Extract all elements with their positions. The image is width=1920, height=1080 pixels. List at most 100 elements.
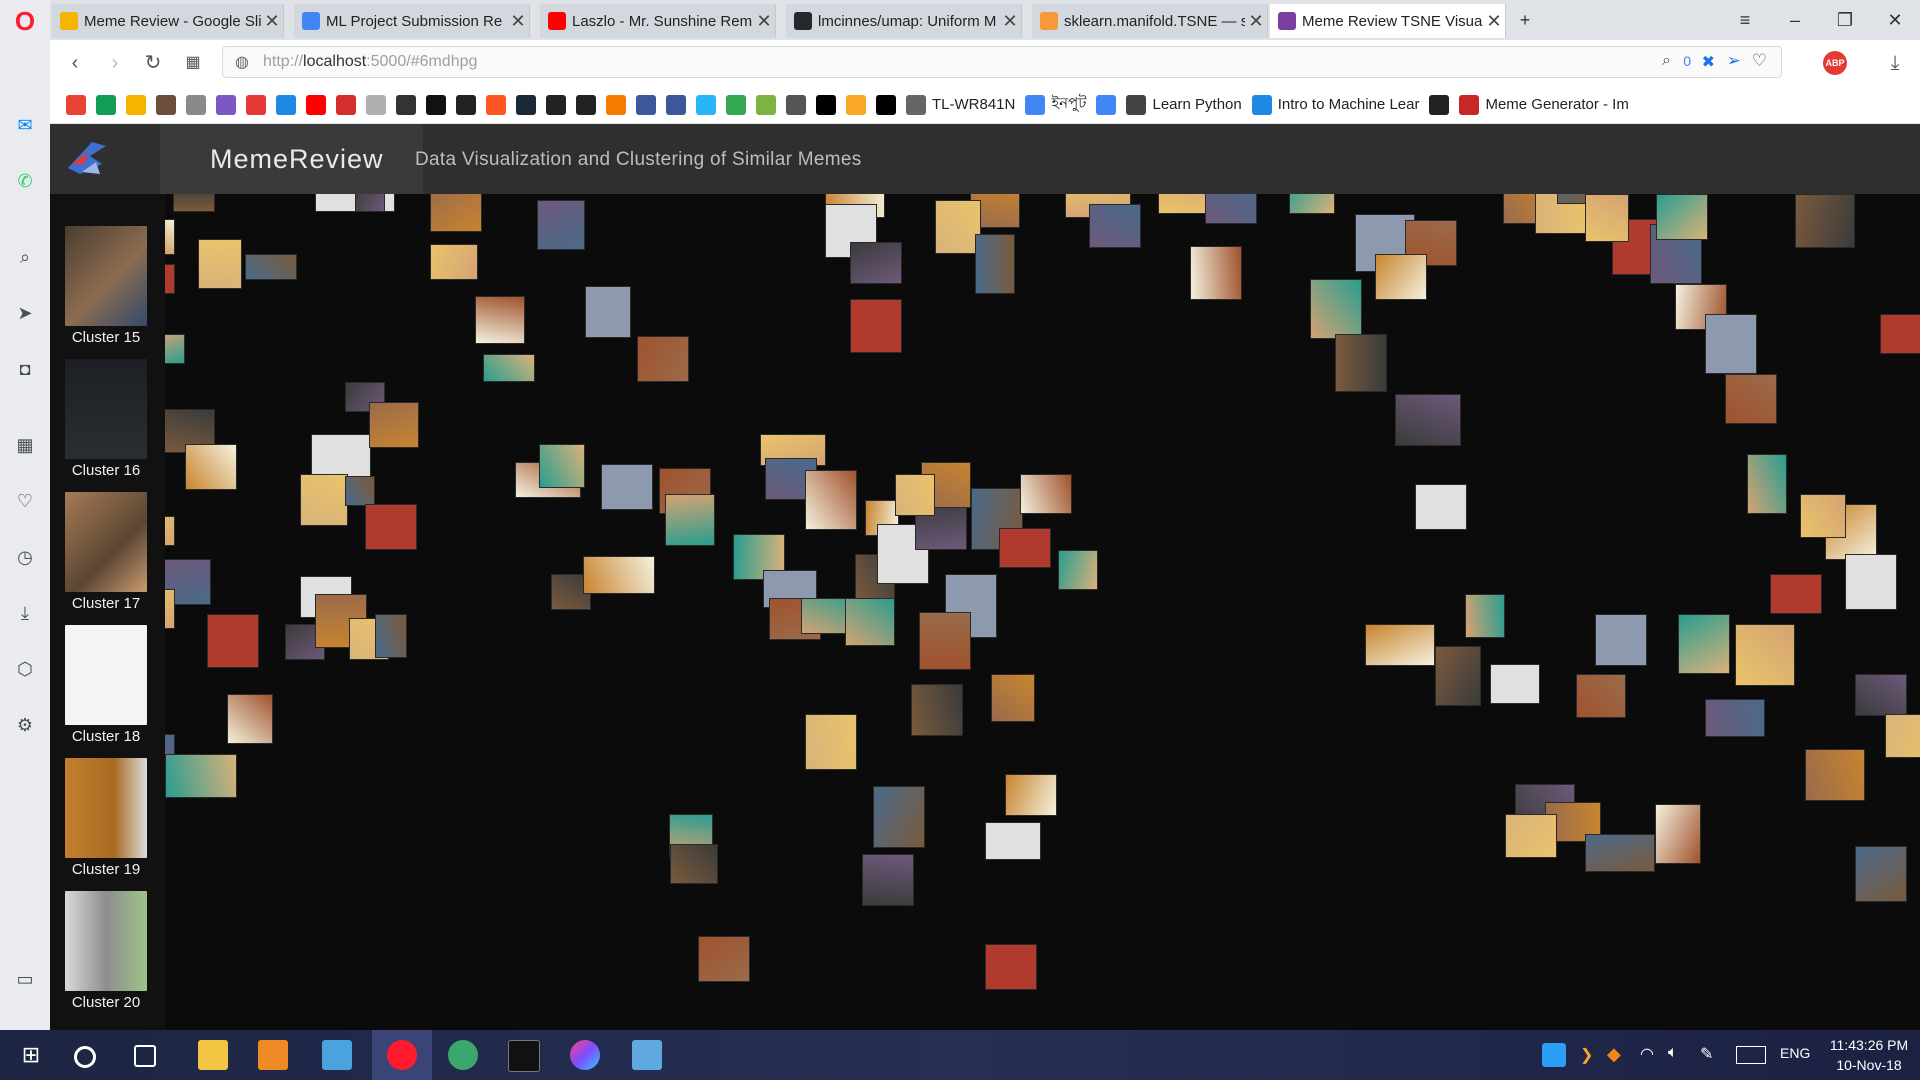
meme-thumbnail[interactable] — [985, 944, 1037, 990]
meme-thumbnail[interactable] — [1465, 594, 1505, 638]
meme-thumbnail[interactable] — [1656, 194, 1708, 240]
tab-sklearn-tsne[interactable]: sklearn.manifold.TSNE — s ✕ — [1032, 4, 1268, 38]
cluster-item[interactable]: Cluster 18 — [65, 625, 147, 745]
meme-thumbnail[interactable] — [1365, 624, 1435, 666]
bookmark-item[interactable] — [576, 94, 596, 115]
cluster-item[interactable]: Cluster 16 — [65, 359, 147, 479]
metamask-icon[interactable]: ◆ — [1607, 1044, 1621, 1065]
cluster-item[interactable]: Cluster 20 — [65, 891, 147, 1011]
meme-thumbnail[interactable] — [227, 694, 273, 744]
meme-thumbnail[interactable] — [1585, 194, 1629, 242]
meme-thumbnail[interactable] — [850, 242, 902, 284]
meme-thumbnail[interactable] — [585, 286, 631, 338]
bookmark-item[interactable]: TL-WR841N — [906, 94, 1015, 115]
close-icon[interactable]: ✕ — [753, 11, 775, 32]
meme-thumbnail[interactable] — [1490, 664, 1540, 704]
meme-thumbnail[interactable] — [991, 674, 1035, 722]
download-icon[interactable]: ⤓ — [1882, 50, 1908, 76]
cluster-item[interactable]: Cluster 19 — [65, 758, 147, 878]
bookmark-item[interactable] — [636, 94, 656, 115]
forward-icon[interactable]: › — [102, 50, 128, 76]
meme-thumbnail[interactable] — [583, 556, 655, 594]
bookmark-item[interactable] — [426, 94, 446, 115]
bookmark-item[interactable] — [456, 94, 476, 115]
bookmark-item[interactable] — [306, 94, 326, 115]
tab-youtube-laszlo[interactable]: Laszlo - Mr. Sunshine Rem ✕ — [540, 4, 776, 38]
brand[interactable]: MemeReview — [160, 124, 423, 194]
meme-thumbnail[interactable] — [475, 296, 525, 344]
meme-thumbnail[interactable] — [1678, 614, 1730, 674]
meme-thumbnail[interactable] — [1415, 484, 1467, 530]
meme-thumbnail[interactable] — [698, 936, 750, 982]
extensions-icon[interactable]: ⬡ — [12, 656, 38, 682]
meme-thumbnail[interactable] — [185, 444, 237, 490]
meme-thumbnail[interactable] — [165, 264, 175, 294]
terminal-icon[interactable] — [508, 1040, 540, 1072]
bookmark-item[interactable] — [666, 94, 686, 115]
close-icon[interactable]: ✕ — [1483, 11, 1505, 32]
whatsapp-icon[interactable]: ✆ — [12, 168, 38, 194]
meme-thumbnail[interactable] — [665, 494, 715, 546]
wifi-icon[interactable]: ◠ — [1640, 1044, 1654, 1064]
meme-thumbnail[interactable] — [1395, 394, 1461, 446]
meme-thumbnail[interactable] — [1576, 674, 1626, 718]
meme-thumbnail[interactable] — [165, 334, 185, 364]
heart-icon[interactable]: ♡ — [12, 488, 38, 514]
pen-icon[interactable]: ✎ — [1700, 1044, 1713, 1064]
bookmark-item[interactable] — [786, 94, 806, 115]
meme-thumbnail[interactable] — [1855, 674, 1907, 716]
volume-icon[interactable]: 🔈︎ — [1668, 1044, 1678, 1062]
meme-thumbnail[interactable] — [369, 402, 419, 448]
bookmark-item[interactable] — [1096, 94, 1117, 115]
search-icon[interactable]: ⌕ — [12, 244, 38, 270]
bookmark-item[interactable] — [366, 94, 386, 115]
address-field[interactable]: ◍ http://localhost:5000/#6mdhpg ⌕ 0 ✖ ➢ … — [222, 46, 1782, 78]
meme-thumbnail[interactable] — [1190, 246, 1242, 300]
meme-thumbnail[interactable] — [375, 614, 407, 658]
meme-thumbnail[interactable] — [1705, 314, 1757, 374]
meme-thumbnail[interactable] — [985, 822, 1041, 860]
adblock-plus-icon[interactable]: ABP — [1823, 51, 1847, 75]
meme-thumbnail[interactable] — [1855, 846, 1907, 902]
file-explorer-icon[interactable] — [198, 1040, 228, 1070]
bookmark-item[interactable]: Learn Python — [1126, 94, 1242, 115]
maximize-icon[interactable]: ❐ — [1830, 6, 1860, 34]
flow-send-icon[interactable]: ➢ — [1727, 51, 1741, 71]
atom-icon[interactable] — [448, 1040, 478, 1070]
bookmark-item[interactable] — [1429, 94, 1450, 115]
bookmark-item[interactable] — [396, 94, 416, 115]
close-icon[interactable]: ✕ — [507, 11, 529, 32]
meme-thumbnail[interactable] — [1020, 474, 1072, 514]
media-player-icon[interactable] — [258, 1040, 288, 1070]
meme-thumbnail[interactable] — [850, 299, 902, 353]
meme-thumbnail[interactable] — [1158, 194, 1210, 214]
bookmark-item[interactable] — [276, 94, 296, 115]
meme-thumbnail[interactable] — [198, 239, 242, 289]
meme-thumbnail[interactable] — [300, 474, 348, 526]
meme-thumbnail[interactable] — [1845, 554, 1897, 610]
meme-thumbnail[interactable] — [1289, 194, 1335, 214]
meme-thumbnail[interactable] — [365, 504, 417, 550]
meme-thumbnail[interactable] — [975, 234, 1015, 294]
bookmark-item[interactable] — [486, 94, 506, 115]
meme-thumbnail[interactable] — [1735, 624, 1795, 686]
settings-gear-icon[interactable]: ⚙ — [12, 712, 38, 738]
tab-menu-icon[interactable]: ≡ — [1730, 6, 1760, 34]
back-icon[interactable]: ‹ — [62, 50, 88, 76]
meme-thumbnail[interactable] — [173, 194, 215, 212]
meme-thumbnail[interactable] — [483, 354, 535, 382]
meme-thumbnail[interactable] — [1310, 279, 1362, 339]
tab-ml-submission[interactable]: ML Project Submission Re ✕ — [294, 4, 530, 38]
meme-thumbnail[interactable] — [207, 614, 259, 668]
meme-thumbnail[interactable] — [601, 464, 653, 510]
meme-thumbnail[interactable] — [1375, 254, 1427, 300]
meme-thumbnail[interactable] — [805, 714, 857, 770]
meme-thumbnail[interactable] — [1655, 804, 1701, 864]
messenger-icon[interactable]: ✉ — [12, 112, 38, 138]
bookmark-heart-icon[interactable]: ♡ — [1752, 51, 1767, 71]
meme-thumbnail[interactable] — [1089, 204, 1141, 248]
meme-thumbnail[interactable] — [355, 194, 385, 212]
meme-thumbnail[interactable] — [245, 254, 297, 280]
meme-thumbnail[interactable] — [165, 589, 175, 629]
bookmark-item[interactable] — [696, 94, 716, 115]
